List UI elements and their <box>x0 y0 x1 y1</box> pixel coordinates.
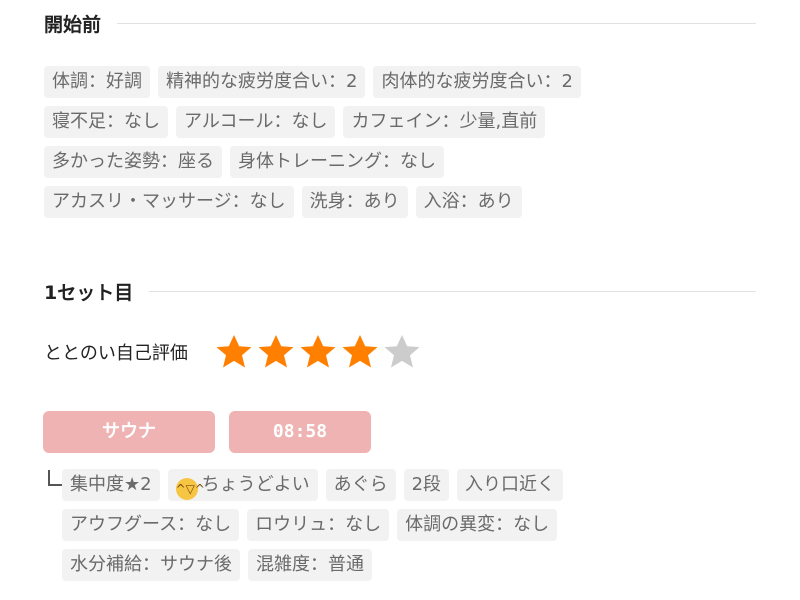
tag-posture: 多かった姿勢：座る <box>44 146 222 178</box>
star-filled-icon[interactable] <box>340 333 380 371</box>
tag-row: 水分補給：サウナ後 混雑度：普通 <box>62 549 372 581</box>
tag-hydration: 水分補給：サウナ後 <box>62 549 240 581</box>
tag-bath: 入浴：あり <box>415 186 522 218</box>
tag-condition: 体調：好調 <box>44 66 150 98</box>
tag-feeling-label: ちょうどよい <box>201 474 310 495</box>
star-filled-icon[interactable] <box>256 333 296 371</box>
laughing-face-icon: ^▽^ <box>175 478 205 500</box>
tag-mental-fatigue: 精神的な疲労度合い：2 <box>158 66 366 98</box>
tag-crowdedness: 混雑度：普通 <box>248 549 372 581</box>
tag-sleep: 寝不足：なし <box>44 106 168 138</box>
self-evaluation-label: ととのい自己評価 <box>44 343 188 364</box>
tag-condition-change: 体調の異変：なし <box>397 509 558 541</box>
tag-row: 集中度★2 ^▽^ちょうどよい あぐら 2段 入り口近く <box>62 469 564 501</box>
tag-location: 入り口近く <box>457 469 564 501</box>
sauna-label-pill: サウナ <box>43 411 215 453</box>
rating-stars <box>214 333 422 371</box>
tag-row: 寝不足：なし アルコール：なし カフェイン：少量,直前 <box>44 106 546 138</box>
tag-sitting: あぐら <box>325 469 396 501</box>
star-filled-icon[interactable] <box>298 333 338 371</box>
section-header-set1: 1セット目 <box>44 278 756 305</box>
star-filled-icon[interactable] <box>214 333 254 371</box>
tag-row: アカスリ・マッサージ：なし 洗身：あり 入浴：あり <box>44 186 522 218</box>
tag-tier: 2段 <box>403 469 450 501</box>
tag-aufguss: アウフグース：なし <box>62 509 240 541</box>
tag-row: 多かった姿勢：座る 身体トレーニング：なし <box>44 146 444 178</box>
tag-physical-fatigue: 肉体的な疲労度合い：2 <box>373 66 581 98</box>
section-header-before: 開始前 <box>44 10 756 37</box>
self-evaluation-row: ととのい自己評価 <box>44 330 422 374</box>
tag-feeling: ^▽^ちょうどよい <box>167 469 318 501</box>
tag-body-wash: 洗身：あり <box>301 186 408 218</box>
tag-loyly: ロウリュ：なし <box>247 509 390 541</box>
tag-row: アウフグース：なし ロウリュ：なし 体調の異変：なし <box>62 509 558 541</box>
section-title-before: 開始前 <box>44 14 102 36</box>
divider <box>149 291 756 292</box>
divider <box>117 23 756 24</box>
star-empty-icon[interactable] <box>382 333 422 371</box>
tag-training: 身体トレーニング：なし <box>230 146 444 178</box>
section-title-set1: 1セット目 <box>44 282 134 304</box>
tag-row: 体調：好調 精神的な疲労度合い：2 肉体的な疲労度合い：2 <box>44 66 581 98</box>
sauna-time-pill: 08:58 <box>229 411 371 453</box>
tag-caffeine: カフェイン：少量,直前 <box>343 106 546 138</box>
branch-connector-icon <box>48 470 62 486</box>
tag-alcohol: アルコール：なし <box>176 106 336 138</box>
tag-focus: 集中度★2 <box>62 469 160 501</box>
tag-massage: アカスリ・マッサージ：なし <box>44 186 294 218</box>
